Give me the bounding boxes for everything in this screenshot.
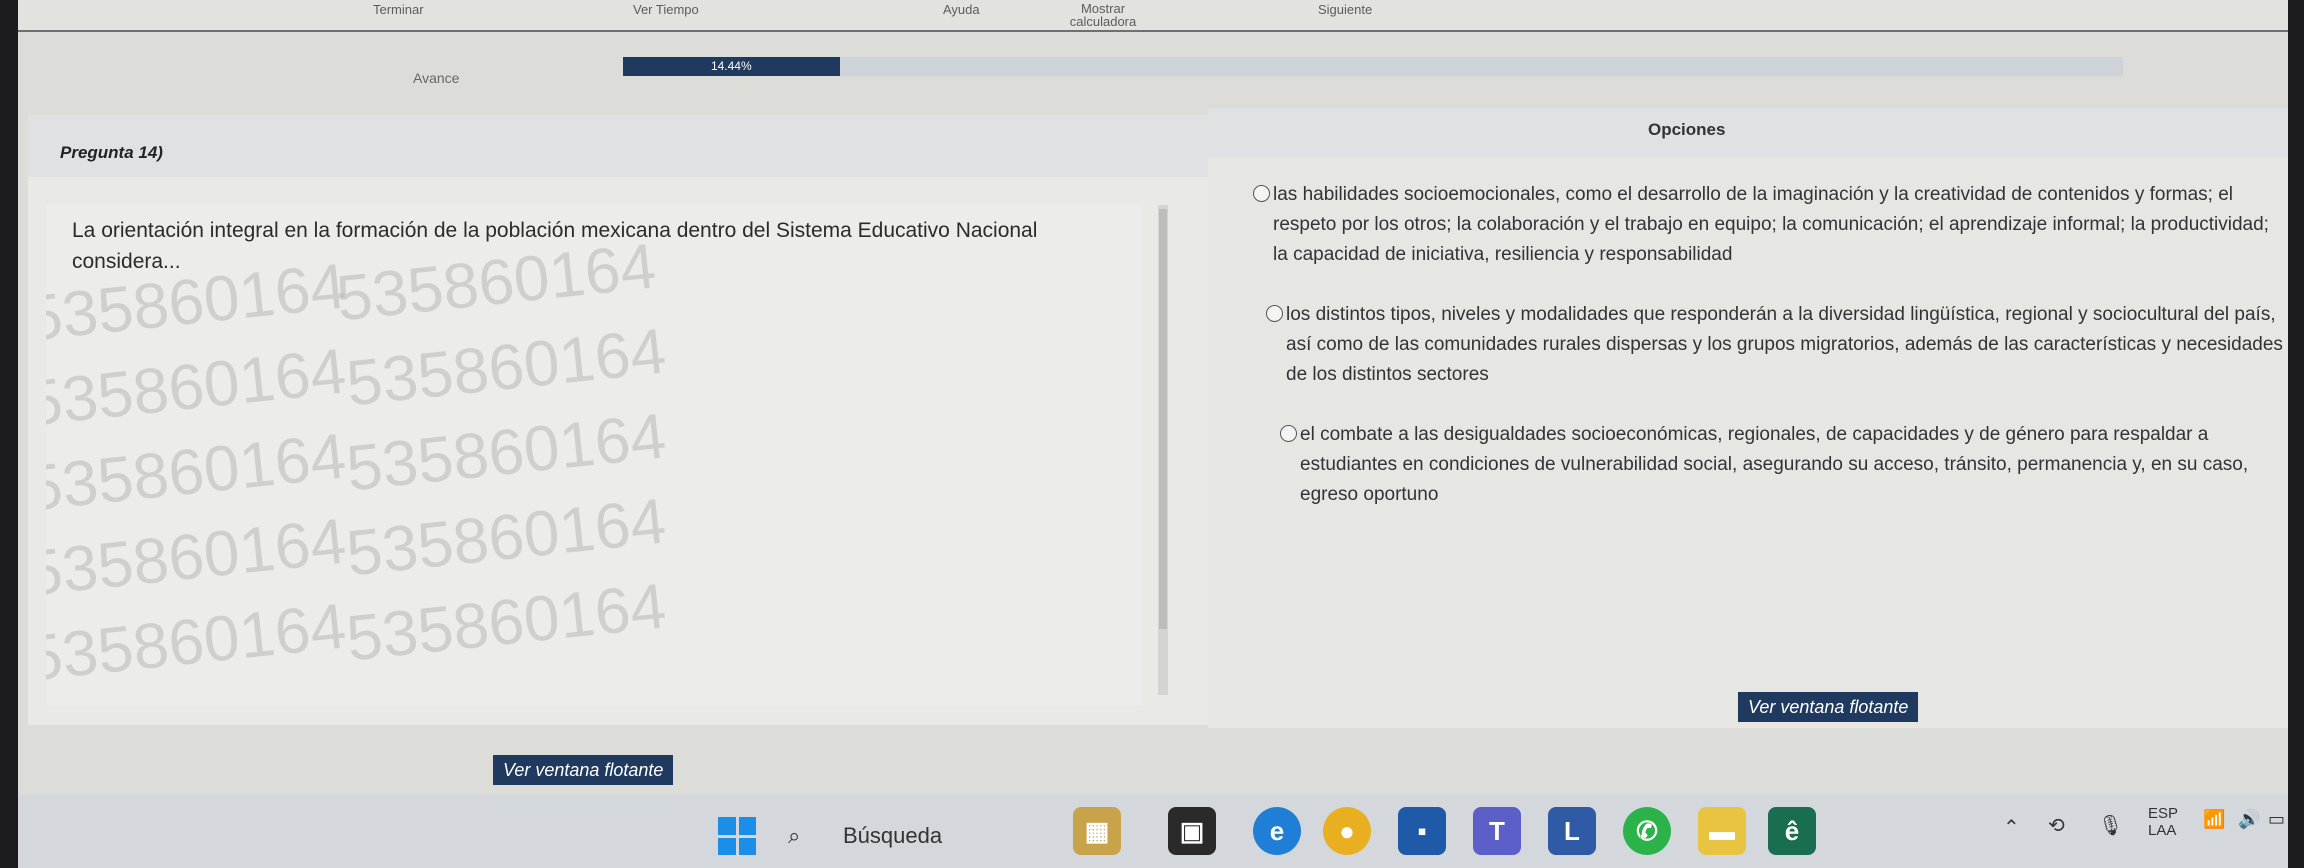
- menu-ver-tiempo[interactable]: Ver Tiempo: [633, 2, 699, 17]
- option-text: las habilidades socioemocionales, como e…: [1273, 184, 2269, 265]
- question-scrollbar[interactable]: [1158, 205, 1168, 695]
- options-header: Opciones: [1208, 108, 2288, 158]
- options-title: Opciones: [1648, 120, 1726, 139]
- teams-icon[interactable]: T: [1473, 807, 1521, 855]
- store-icon[interactable]: ▪: [1398, 807, 1446, 855]
- language-indicator[interactable]: ESP LAA: [2148, 805, 2178, 839]
- volume-icon[interactable]: 🔊: [2238, 809, 2260, 830]
- question-body: 535860164 535860164 535860164 535860164 …: [46, 205, 1141, 705]
- question-panel: Pregunta 14) 535860164 535860164 5358601…: [28, 115, 1208, 725]
- edge-browser-icon[interactable]: e: [1253, 807, 1301, 855]
- search-icon: ⌕: [788, 823, 801, 848]
- option-text: los distintos tipos, niveles y modalidad…: [1286, 304, 2283, 385]
- exam-screen: Terminar Ver Tiempo Ayuda Mostrar calcul…: [18, 0, 2288, 868]
- options-panel: Opciones las habilidades socioemocionale…: [1208, 108, 2288, 728]
- language-top: ESP: [2148, 805, 2179, 822]
- search-input[interactable]: Búsqueda: [843, 823, 942, 849]
- app-e-icon[interactable]: ê: [1768, 807, 1816, 855]
- windows-start-icon[interactable]: [718, 817, 756, 855]
- question-header: Pregunta 14): [28, 115, 1208, 177]
- file-explorer-icon[interactable]: ▬: [1698, 807, 1746, 855]
- sync-icon[interactable]: ⟲: [2048, 813, 2065, 838]
- progress-bar: 14.44%: [623, 57, 2123, 76]
- top-menu-bar: Terminar Ver Tiempo Ayuda Mostrar calcul…: [18, 0, 2288, 32]
- scrollbar-thumb[interactable]: [1159, 209, 1167, 629]
- whatsapp-icon[interactable]: ✆: [1623, 807, 1671, 855]
- chrome-browser-icon[interactable]: ●: [1323, 807, 1371, 855]
- question-number: Pregunta 14): [60, 143, 163, 162]
- task-view-icon[interactable]: ▣: [1168, 807, 1216, 855]
- menu-terminar[interactable]: Terminar: [373, 2, 424, 17]
- option-text: el combate a las desigualdades socioecon…: [1300, 424, 2249, 505]
- app-l-icon[interactable]: L: [1548, 807, 1596, 855]
- radio-button[interactable]: [1253, 185, 1270, 202]
- battery-icon[interactable]: ▭: [2268, 809, 2285, 830]
- radio-button[interactable]: [1266, 305, 1283, 322]
- taskbar: ⌕ Búsqueda ▦ ▣ e ● ▪ T L ✆ ▬ ê ⌃ ⟲ 🎙 ESP…: [18, 795, 2288, 868]
- wifi-icon[interactable]: 📶: [2203, 809, 2225, 830]
- floating-window-button-left[interactable]: Ver ventana flotante: [493, 755, 674, 785]
- menu-ayuda[interactable]: Ayuda: [943, 2, 980, 17]
- progress-fill: 14.44%: [623, 57, 840, 76]
- progress-label: Avance: [413, 70, 460, 86]
- menu-mostrar-calculadora[interactable]: Mostrar calculadora: [1048, 2, 1158, 28]
- microphone-icon[interactable]: 🎙: [2098, 813, 2123, 838]
- watermark-text: 535860164: [46, 589, 350, 695]
- chevron-up-icon[interactable]: ⌃: [2003, 815, 2020, 840]
- question-text: La orientación integral en la formación …: [72, 219, 1038, 273]
- language-bottom: LAA: [2148, 822, 2177, 839]
- menu-siguiente[interactable]: Siguiente: [1318, 2, 1372, 17]
- widgets-icon[interactable]: ▦: [1073, 807, 1121, 855]
- taskbar-search[interactable]: ⌕ Búsqueda: [778, 815, 1068, 855]
- floating-window-button-right[interactable]: Ver ventana flotante: [1738, 692, 1919, 722]
- radio-button[interactable]: [1280, 425, 1297, 442]
